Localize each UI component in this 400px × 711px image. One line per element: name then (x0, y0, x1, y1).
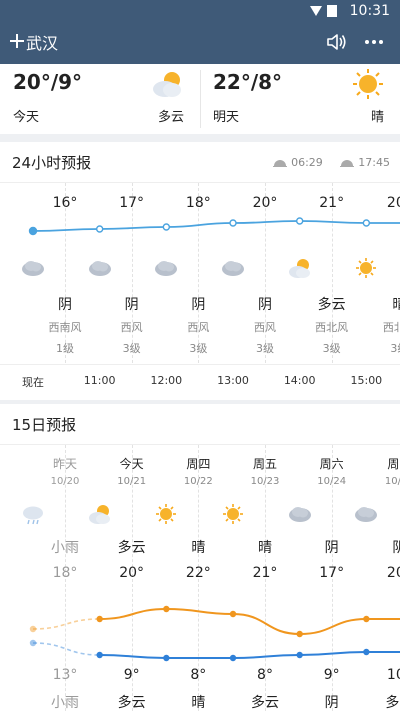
sunset-icon (340, 160, 355, 167)
hourly-time: 现在 (22, 376, 44, 389)
hourly-temp-point (229, 219, 237, 227)
tomorrow-condition: 晴 (370, 110, 384, 125)
hourly-wind: 西北风 (382, 321, 400, 334)
summary-card: 20°/9° 今天 多云 22°/8° 明天 晴 (0, 64, 400, 134)
hourly-temp-line (32, 220, 400, 232)
high-temp-line-past-segment (32, 618, 100, 630)
divider (0, 364, 400, 365)
sunny-icon (353, 69, 383, 99)
hourly-time: 12:00 (150, 374, 183, 387)
add-city-icon[interactable] (8, 32, 26, 50)
overcast-icon (155, 261, 178, 276)
hourly-wind-level: 3级 (390, 342, 400, 355)
daily-forecast-card: 15日预报 昨天 10/20 小雨 18° 13° 小雨 今天 10/21 多云 20° 9° 多云周… (0, 404, 400, 711)
city-name[interactable]: 武汉 (26, 30, 58, 54)
hourly-time: 15:00 (350, 374, 383, 387)
sun-times: 06:29 17:45 (259, 156, 390, 169)
sunrise-time: 06:29 (291, 156, 323, 169)
high-temp-line-point (229, 610, 237, 618)
today-condition: 多云 (157, 110, 184, 125)
daily-temp-curves (29, 605, 400, 662)
high-temp-line-point (363, 615, 370, 623)
overcast-icon (88, 261, 111, 276)
partly-cloudy-icon (288, 259, 310, 278)
tomorrow-label: 明天 (213, 110, 240, 125)
hourly-title: 24小时预报 (12, 154, 92, 172)
hourly-time: 14:00 (283, 374, 316, 387)
sunrise-icon (273, 160, 288, 167)
today-temp: 20°/9° (13, 70, 83, 94)
sunset-time: 17:45 (358, 156, 390, 169)
hourly-temp-point (295, 217, 304, 225)
low-temp-line-past-segment (32, 642, 100, 656)
tomorrow-summary[interactable]: 22°/8° 明天 晴 (200, 64, 400, 134)
high-temp-line (99, 607, 400, 636)
hourly-temp-point (162, 223, 171, 231)
high-temp-line-point (96, 615, 103, 623)
low-temp-line (99, 651, 400, 659)
low-temp-line-point (296, 651, 303, 659)
overcast-icon (222, 261, 244, 276)
low-temp-line-point (229, 654, 237, 662)
high-temp-line-point (163, 605, 170, 613)
daily-title: 15日预报 (12, 416, 77, 434)
sunny-icon (356, 258, 377, 278)
hourly-time: 11:00 (83, 374, 116, 387)
app-bar: 武汉 (0, 22, 400, 64)
low-temp-line-point (163, 654, 170, 662)
overcast-icon (22, 261, 44, 276)
hourly-time: 13:00 (217, 374, 249, 387)
speaker-icon[interactable] (326, 32, 348, 52)
today-summary[interactable]: 20°/9° 今天 多云 (0, 64, 200, 134)
low-temp-line-point (29, 639, 37, 647)
high-temp-line-point (296, 630, 303, 638)
tomorrow-temp: 22°/8° (213, 70, 283, 94)
hourly-temp-point (95, 225, 104, 233)
today-label: 今天 (13, 110, 40, 125)
wifi-icon (310, 5, 337, 17)
partly-cloudy-icon (153, 72, 181, 97)
hourly-temp-curve (28, 217, 400, 236)
high-temp-line-point (29, 625, 37, 633)
hourly-forecast-card: 24小时预报 06:29 17:45 16° 阴西南风 1级 17° 阴西风 3级 18° 阴… (0, 142, 400, 400)
hourly-temp-point (362, 219, 371, 227)
hourly-condition: 晴 (392, 297, 400, 313)
low-temp-line-point (363, 648, 370, 656)
clock: 10:31 (349, 3, 390, 19)
status-bar: 10:31 (0, 0, 400, 22)
more-options-icon[interactable] (364, 32, 384, 52)
low-temp-line-point (96, 651, 103, 659)
hourly-temp-point (28, 226, 38, 236)
